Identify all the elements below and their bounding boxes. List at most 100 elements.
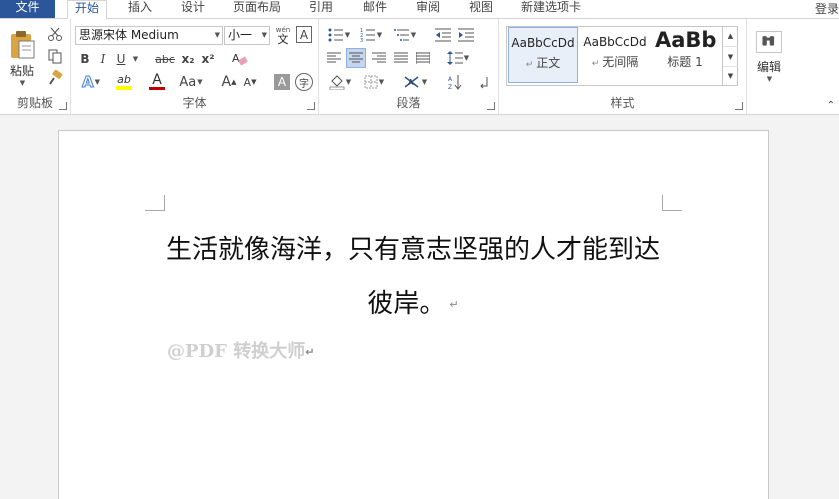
strikethrough-button[interactable]: abc [153,50,177,68]
tab-design[interactable]: 设计 [175,0,211,18]
copy-icon [48,49,62,64]
paragraph-text: 生活就像海洋，只有意志坚强的人才能到达彼岸。 [165,235,660,319]
tab-new-tab[interactable]: 新建选项卡 [517,0,585,18]
sort-button[interactable]: AZ [445,72,465,92]
decrease-indent-button[interactable] [433,25,453,45]
document-paragraph[interactable]: 生活就像海洋，只有意志坚强的人才能到达彼岸。 ↵ [163,223,663,332]
numbering-button[interactable]: 1 2 3 ▼ [357,25,385,45]
borders-button[interactable]: ▼ [359,72,389,92]
align-left-button[interactable] [324,48,344,68]
underline-dropdown[interactable]: ▼ [130,50,140,68]
font-group: 思源宋体 Medium ▼ 小一 ▼ wén 文 A B I U ▼ abc x… [71,19,319,114]
document-area: 生活就像海洋，只有意志坚强的人才能到达彼岸。 ↵ @PDF 转换大师↵ [0,116,839,499]
paste-icon [11,30,35,58]
copy-button[interactable] [45,47,65,65]
paint-bucket-icon [329,75,345,90]
justify-icon [394,52,408,63]
font-dialog-launcher[interactable] [307,102,315,110]
tab-references[interactable]: 引用 [303,0,339,18]
paragraph-dialog-launcher[interactable] [487,102,495,110]
paste-label: 粘贴 [9,63,34,78]
paragraph-mark-icon [480,77,488,89]
clipboard-group: 粘贴 ▼ 剪贴板 [0,19,71,114]
tab-home[interactable]: 开始 [67,0,107,19]
document-page[interactable]: 生活就像海洋，只有意志坚强的人才能到达彼岸。 ↵ @PDF 转换大师↵ [58,130,769,499]
character-shading-button[interactable]: A [274,74,290,90]
styles-more[interactable]: ▼ [723,66,738,85]
style-normal[interactable]: AaBbCcDd ↵ 正文 [508,27,578,83]
enclose-characters-button[interactable]: 字 [295,73,313,91]
shrink-font-button[interactable]: A ▼ [242,72,258,92]
multilevel-list-button[interactable]: ▼ [391,25,419,45]
tab-insert[interactable]: 插入 [122,0,158,18]
text-effects-button[interactable]: A ▼ [76,72,106,92]
clear-formatting-button[interactable]: A [229,50,251,68]
font-color-icon: A [152,72,162,88]
highlight-color-bar [116,86,132,90]
line-spacing-button[interactable]: ▼ [443,48,473,68]
chevron-down-icon: ▼ [197,78,203,86]
chevron-down-icon[interactable]: ▼ [215,27,220,44]
chevron-down-icon: ▼ [19,78,26,87]
format-painter-button[interactable] [45,69,65,87]
chinese-layout-button[interactable]: A ▼ [399,72,431,92]
grow-font-button[interactable]: A ▲ [221,72,237,92]
font-name-combo[interactable]: 思源宋体 Medium ▼ [75,26,223,45]
show-hide-marks-button[interactable] [474,72,494,92]
return-icon: ↵ [591,59,603,69]
decrease-indent-icon [435,28,451,42]
chevron-down-icon[interactable]: ▼ [262,27,267,44]
align-center-button[interactable] [346,48,366,68]
increase-indent-button[interactable] [456,25,476,45]
style-heading-1-sample: AaBb [655,28,717,52]
styles-scroll-down[interactable]: ▼ [723,46,738,66]
styles-scroll-up[interactable]: ▲ [723,26,738,46]
underline-button[interactable]: U [113,50,129,68]
align-right-button[interactable] [369,48,389,68]
style-no-spacing[interactable]: AaBbCcDd ↵ 无间隔 [580,27,650,83]
binoculars-icon [756,31,782,53]
style-heading-1[interactable]: AaBb 标题 1 [652,27,718,83]
tab-review[interactable]: 审阅 [410,0,446,18]
character-border-label: A [299,27,309,42]
character-border-button[interactable]: A [296,26,312,43]
clipboard-dialog-launcher[interactable] [59,102,67,110]
bullets-button[interactable]: ▼ [325,25,353,45]
justify-button[interactable] [391,48,411,68]
bullet-list-icon [328,28,343,42]
paste-button[interactable]: 粘贴 ▼ [4,27,40,89]
style-normal-name-wrapper: ↵ 正文 [509,54,577,71]
editing-button[interactable]: 编辑 ▼ [753,25,785,89]
tab-mailings[interactable]: 邮件 [357,0,393,18]
tab-page-layout[interactable]: 页面布局 [229,0,285,18]
italic-button[interactable]: I [95,50,111,68]
distributed-button[interactable] [413,48,433,68]
svg-text:A: A [408,78,414,87]
watermark-paragraph[interactable]: @PDF 转换大师↵ [167,337,314,363]
chevron-down-icon: ▼ [378,78,385,86]
ribbon: 粘贴 ▼ 剪贴板 思源宋体 Medium ▼ 小一 ▼ wén 文 A B I … [0,18,839,115]
bold-button[interactable]: B [77,50,93,68]
highlight-button[interactable]: ab [109,72,139,92]
superscript-button[interactable]: x² [199,50,217,68]
styles-dialog-launcher[interactable] [735,102,743,110]
phonetic-guide-button[interactable]: wén 文 [273,25,293,45]
cut-button[interactable] [45,25,65,43]
subscript-button[interactable]: x₂ [179,50,197,68]
tab-file[interactable]: 文件 [0,0,55,18]
change-case-button[interactable]: Aa ▼ [175,72,207,92]
shrink-arrow-icon: ▼ [251,78,257,86]
font-size-combo[interactable]: 小一 ▼ [224,26,270,45]
align-center-icon [349,52,363,63]
font-color-button[interactable]: A [143,72,171,92]
line-spacing-icon [446,51,463,65]
align-right-icon [372,52,386,63]
svg-text:3: 3 [360,38,363,42]
collapse-ribbon-button[interactable]: ⌃ [824,99,838,111]
shading-button[interactable]: ▼ [325,72,355,92]
style-normal-sample: AaBbCcDd [511,36,575,50]
grow-arrow-icon: ▲ [231,78,237,86]
tab-view[interactable]: 视图 [463,0,499,18]
login-link[interactable]: 登录 [815,0,839,17]
chevron-down-icon: ▼ [421,78,428,86]
